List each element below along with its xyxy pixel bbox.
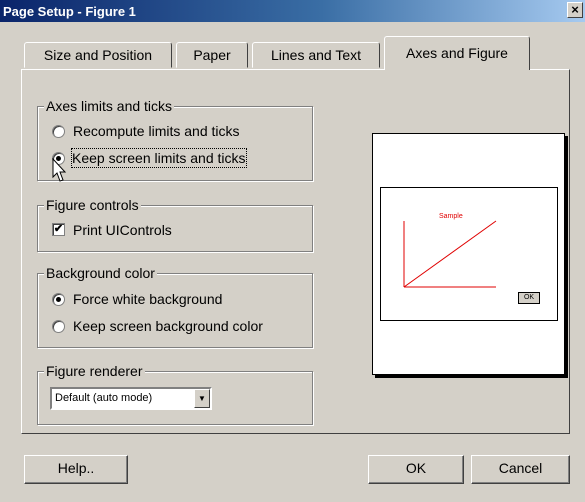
print-uicontrols-checkbox[interactable]: ✔ xyxy=(52,223,65,236)
figure-preview: Sample OK xyxy=(380,187,558,321)
chevron-down-icon[interactable]: ▼ xyxy=(194,389,210,408)
group-label: Axes limits and ticks xyxy=(44,98,175,114)
sample-ok-button: OK xyxy=(518,292,540,304)
close-icon: × xyxy=(571,2,579,17)
force-white-background-radio[interactable] xyxy=(52,293,65,306)
tab-label: Axes and Figure xyxy=(406,45,508,61)
tab-axes-and-figure[interactable]: Axes and Figure xyxy=(384,36,530,70)
tab-paper[interactable]: Paper xyxy=(176,42,248,68)
background-color-group: Background color xyxy=(37,265,313,348)
tab-label: Lines and Text xyxy=(270,47,362,63)
figure-renderer-select[interactable]: Default (auto mode) ▼ xyxy=(50,387,212,410)
recompute-limits-label[interactable]: Recompute limits and ticks xyxy=(73,122,240,140)
keep-screen-background-label[interactable]: Keep screen background color xyxy=(73,317,263,335)
page-preview: Sample OK xyxy=(372,133,565,375)
tab-label: Paper xyxy=(193,47,231,63)
tab-label: Size and Position xyxy=(43,47,153,63)
tab-lines-and-text[interactable]: Lines and Text xyxy=(252,42,380,68)
ok-button[interactable]: OK xyxy=(368,455,464,484)
group-label: Figure controls xyxy=(44,197,141,213)
sample-line xyxy=(403,220,497,288)
axes-limits-group: Axes limits and ticks xyxy=(37,98,313,181)
group-label: Background color xyxy=(44,265,157,281)
cancel-button[interactable]: Cancel xyxy=(471,455,570,484)
figure-renderer-value: Default (auto mode) xyxy=(55,392,153,404)
print-uicontrols-label[interactable]: Print UIControls xyxy=(73,221,172,239)
close-button[interactable]: × xyxy=(567,2,583,18)
help-button[interactable]: Help.. xyxy=(24,455,128,484)
check-icon: ✔ xyxy=(53,223,64,235)
tab-size-and-position[interactable]: Size and Position xyxy=(24,42,172,68)
force-white-background-label[interactable]: Force white background xyxy=(73,290,222,308)
recompute-limits-radio[interactable] xyxy=(52,125,65,138)
keep-screen-background-radio[interactable] xyxy=(52,320,65,333)
group-label: Figure renderer xyxy=(44,363,145,379)
window-title: Page Setup - Figure 1 xyxy=(3,4,136,19)
title-bar: Page Setup - Figure 1 × xyxy=(0,0,585,22)
keep-screen-limits-label[interactable]: Keep screen limits and ticks xyxy=(71,148,247,168)
mouse-pointer-icon xyxy=(52,158,67,182)
